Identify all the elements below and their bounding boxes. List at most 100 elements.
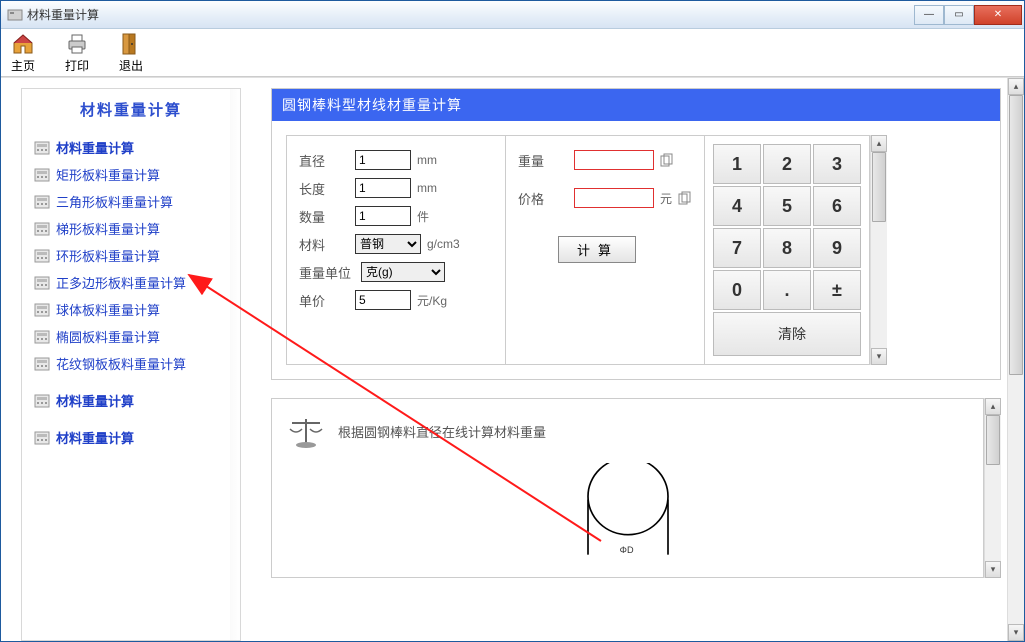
sidebar-item-label: 材料重量计算 xyxy=(56,428,134,447)
sidebar-item[interactable]: 材料重量计算 xyxy=(34,424,240,451)
result-weight-label: 重量 xyxy=(518,151,568,170)
home-button[interactable]: 主页 xyxy=(11,32,35,74)
calculator-icon xyxy=(34,195,50,209)
calculator-icon xyxy=(34,141,50,155)
print-icon xyxy=(65,32,89,56)
sidebar-item-label: 正多边形板料重量计算 xyxy=(56,273,186,292)
result-price-unit: 元 xyxy=(660,190,672,207)
calculator-icon xyxy=(34,168,50,182)
close-button[interactable]: ✕ xyxy=(974,5,1022,25)
length-unit: mm xyxy=(417,181,437,195)
calc-panel: 圆钢棒料型材线材重量计算 直径 mm 长度 xyxy=(271,88,1001,380)
key-1[interactable]: 1 xyxy=(713,144,761,184)
material-unit: g/cm3 xyxy=(427,237,460,251)
diameter-input[interactable] xyxy=(355,150,411,170)
result-weight-input[interactable] xyxy=(574,150,654,170)
key-8[interactable]: 8 xyxy=(763,228,811,268)
sidebar-item[interactable]: 材料重量计算 xyxy=(34,134,240,161)
price-unit: 元/Kg xyxy=(417,292,447,309)
key-2[interactable]: 2 xyxy=(763,144,811,184)
print-button[interactable]: 打印 xyxy=(65,32,89,74)
key-clear[interactable]: 清除 xyxy=(713,312,861,356)
qty-input[interactable] xyxy=(355,206,411,226)
sidebar-item-label: 三角形板料重量计算 xyxy=(56,192,173,211)
sidebar-item[interactable]: 材料重量计算 xyxy=(34,387,240,414)
key-5[interactable]: 5 xyxy=(763,186,811,226)
sidebar: 材料重量计算 材料重量计算矩形板料重量计算三角形板料重量计算梯形板料重量计算环形… xyxy=(21,88,241,641)
scroll-up-icon[interactable]: ▴ xyxy=(871,135,887,152)
shape-diagram: ΦD xyxy=(286,449,969,563)
result-block: 重量 价格 元 计算 xyxy=(505,135,705,365)
price-input[interactable] xyxy=(355,290,411,310)
sidebar-item[interactable]: 球体板料重量计算 xyxy=(34,296,240,323)
calculator-icon xyxy=(34,222,50,236)
description-panel: 根据圆钢棒料直径在线计算材料重量 ΦD xyxy=(271,398,984,578)
result-price-input[interactable] xyxy=(574,188,654,208)
calculate-button[interactable]: 计算 xyxy=(558,236,636,263)
scroll-thumb[interactable] xyxy=(872,152,886,222)
scroll-down-icon[interactable]: ▾ xyxy=(871,348,887,365)
app-icon xyxy=(7,7,23,23)
sidebar-item[interactable]: 三角形板料重量计算 xyxy=(34,188,240,215)
toolbar: 主页 打印 退出 xyxy=(1,29,1024,77)
sidebar-item[interactable]: 梯形板料重量计算 xyxy=(34,215,240,242)
input-block: 直径 mm 长度 mm 数量 xyxy=(286,135,506,365)
calculator-icon xyxy=(34,431,50,445)
scroll-up-icon[interactable]: ▴ xyxy=(985,398,1001,415)
maximize-button[interactable]: ▭ xyxy=(944,5,974,25)
sidebar-item[interactable]: 花纹钢板板料重量计算 xyxy=(34,350,240,377)
key-0[interactable]: 0 xyxy=(713,270,761,310)
main-scrollbar[interactable]: ▴ ▾ xyxy=(1007,78,1024,641)
sidebar-item-label: 矩形板料重量计算 xyxy=(56,165,160,184)
calculator-icon xyxy=(34,303,50,317)
exit-button[interactable]: 退出 xyxy=(119,32,143,74)
scroll-up-icon[interactable]: ▴ xyxy=(1008,78,1024,95)
sidebar-item[interactable]: 正多边形板料重量计算 xyxy=(34,269,240,296)
sidebar-item[interactable]: 环形板料重量计算 xyxy=(34,242,240,269)
calculator-icon xyxy=(34,249,50,263)
weight-unit-label: 重量单位 xyxy=(299,263,355,282)
key-9[interactable]: 9 xyxy=(813,228,861,268)
sidebar-title: 材料重量计算 xyxy=(22,93,240,130)
keypad: 1 2 3 4 5 6 7 8 9 0 . ± xyxy=(704,135,870,365)
qty-label: 数量 xyxy=(299,207,349,226)
main-area: 圆钢棒料型材线材重量计算 直径 mm 长度 xyxy=(271,88,1007,641)
diameter-label: 直径 xyxy=(299,151,349,170)
qty-unit: 件 xyxy=(417,208,429,225)
key-plusminus[interactable]: ± xyxy=(813,270,861,310)
sidebar-item[interactable]: 矩形板料重量计算 xyxy=(34,161,240,188)
key-dot[interactable]: . xyxy=(763,270,811,310)
sidebar-item-label: 材料重量计算 xyxy=(56,138,134,157)
weight-unit-select[interactable]: 克(g) xyxy=(361,262,445,282)
scroll-down-icon[interactable]: ▾ xyxy=(985,561,1001,578)
sidebar-item-label: 环形板料重量计算 xyxy=(56,246,160,265)
key-4[interactable]: 4 xyxy=(713,186,761,226)
length-label: 长度 xyxy=(299,179,349,198)
balance-icon xyxy=(286,413,326,449)
titlebar: 材料重量计算 — ▭ ✕ xyxy=(1,1,1024,29)
scroll-down-icon[interactable]: ▾ xyxy=(1008,624,1024,641)
panel-title: 圆钢棒料型材线材重量计算 xyxy=(272,89,1000,121)
minimize-button[interactable]: — xyxy=(914,5,944,25)
copy-icon[interactable] xyxy=(678,191,692,205)
exit-icon xyxy=(119,32,143,56)
panel-scrollbar[interactable]: ▴ ▾ xyxy=(870,135,887,365)
copy-icon[interactable] xyxy=(660,153,674,167)
sidebar-item[interactable]: 椭圆板料重量计算 xyxy=(34,323,240,350)
key-7[interactable]: 7 xyxy=(713,228,761,268)
key-6[interactable]: 6 xyxy=(813,186,861,226)
length-input[interactable] xyxy=(355,178,411,198)
desc-scrollbar[interactable]: ▴ ▾ xyxy=(984,398,1001,578)
scroll-thumb[interactable] xyxy=(986,415,1000,465)
calculator-icon xyxy=(34,394,50,408)
material-label: 材料 xyxy=(299,235,349,254)
sidebar-item-label: 材料重量计算 xyxy=(56,391,134,410)
sidebar-item-label: 梯形板料重量计算 xyxy=(56,219,160,238)
material-select[interactable]: 普钢 xyxy=(355,234,421,254)
home-label: 主页 xyxy=(11,57,35,74)
scroll-thumb[interactable] xyxy=(1009,95,1023,375)
sidebar-item-label: 花纹钢板板料重量计算 xyxy=(56,354,186,373)
key-3[interactable]: 3 xyxy=(813,144,861,184)
window-title: 材料重量计算 xyxy=(27,6,914,23)
exit-label: 退出 xyxy=(119,57,143,74)
